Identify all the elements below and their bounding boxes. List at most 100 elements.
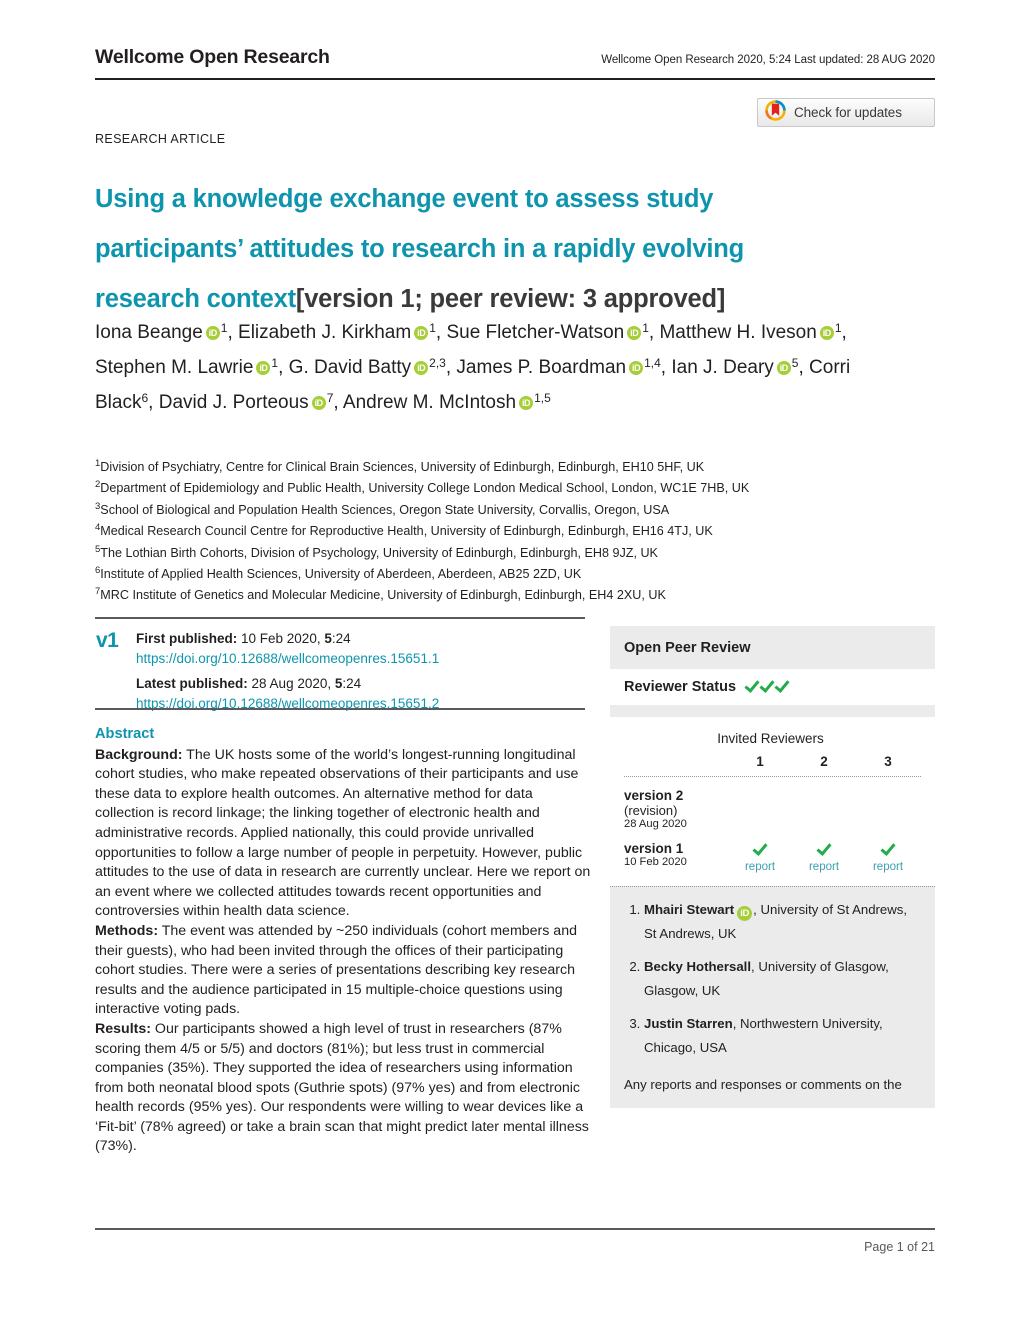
orcid-icon[interactable]: iD [205,326,220,340]
author-entry: Matthew H. Iveson iD 1, [659,321,847,343]
header-divider [95,78,935,80]
author-entry: Stephen M. Lawrie iD 1, [95,356,289,378]
affiliation-item: 3School of Biological and Population Hea… [95,498,915,519]
approved-check-icon [745,678,760,693]
author-name[interactable]: Andrew M. McIntosh [343,392,516,413]
version-tag: v1 [96,629,119,652]
affiliation-item: 5The Lothian Birth Cohorts, Division of … [95,541,915,562]
orcid-icon[interactable]: iD [627,326,642,340]
table-bottom-pad [624,873,921,886]
check-for-updates-button[interactable]: Check for updates [757,98,935,127]
report-link[interactable]: report [856,861,920,873]
orcid-icon[interactable]: iD [256,361,271,375]
affiliation-text: Division of Psychiatry, Centre for Clini… [100,460,705,474]
first-published-line: First published: 10 Feb 2020, 5:24 [136,629,586,649]
page-number: Page 1 of 21 [864,1240,935,1254]
author-name[interactable]: G. David Batty [289,357,412,378]
author-separator: , [278,357,289,378]
latest-published-date: 28 Aug 2020, [251,676,335,691]
first-published-article-number: :24 [331,631,351,646]
reviewer-cell [728,788,792,830]
approved-check-icon [817,841,832,856]
report-link[interactable]: report [792,861,856,873]
affiliation-item: 7MRC Institute of Genetics and Molecular… [95,583,915,604]
affiliation-text: MRC Institute of Genetics and Molecular … [100,588,666,603]
reviewer-name[interactable]: Becky Hothersall [644,959,751,974]
footer-divider [95,1228,935,1230]
version-name[interactable]: version 1 [624,841,728,856]
reviewer-status-label: Reviewer Status [624,679,737,695]
abstract-body: Background: The UK hosts some of the wor… [95,746,591,1157]
orcid-icon[interactable]: iD [519,396,534,410]
latest-published-article-number: :24 [342,676,362,691]
approved-check-icon [760,678,775,693]
reviewer-cell: report [856,841,920,873]
article-type-label: RESEARCH ARTICLE [95,132,226,146]
reviewer-list-item: Becky Hothersall, University of Glasgow,… [644,955,921,1003]
first-published-date: 10 Feb 2020, [241,631,325,646]
invited-reviewers-label: Invited Reviewers [717,731,824,746]
reviewer-cell [856,788,920,830]
author-name[interactable]: James P. Boardman [456,357,626,378]
orcid-icon[interactable]: iD [629,361,644,375]
publication-info: First published: 10 Feb 2020, 5:24 https… [136,629,586,713]
reviewer-list-item: Justin Starren, Northwestern University,… [644,1012,921,1060]
orcid-icon[interactable]: iD [737,906,753,921]
author-entry: James P. Boardman iD 1,4, [456,356,671,378]
author-affiliation-marker: 2,3 [429,356,446,370]
author-name[interactable]: Iona Beange [95,322,203,343]
publication-divider-top [95,617,585,619]
reviewer-status-ticks [745,678,790,696]
affiliation-text: Institute of Applied Health Sciences, Un… [100,567,582,582]
approved-check-icon [775,678,790,693]
running-head: Wellcome Open Research Wellcome Open Res… [95,46,935,69]
author-entry: David J. Porteous iD 7, [159,391,343,413]
article-title-version: [version 1; peer review: 3 approved] [295,285,726,314]
journal-citation-line: Wellcome Open Research 2020, 5:24 Last u… [601,54,935,66]
reviewer-status-table: Invited Reviewers 1 2 3 version 2 (revision… [610,717,935,886]
first-doi-link[interactable]: https://doi.org/10.12688/wellcomeopenres… [136,649,586,669]
reviewer-name[interactable]: Justin Starren [644,1016,733,1031]
reviewer-list: Mhairi StewartiD, University of St Andre… [610,887,935,1075]
author-separator: , [841,322,847,343]
first-published-volume: 5 [324,631,332,646]
open-peer-review-title: Open Peer Review [624,640,751,656]
first-published-label: First published: [136,631,238,646]
author-separator: , [445,357,457,378]
version-subtitle: (revision) [624,803,678,818]
reviewer-cell [792,788,856,830]
version-name[interactable]: version 2 [624,788,728,803]
open-peer-review-panel: Open Peer Review Reviewer Status Invited… [610,626,935,1108]
author-list: Iona Beange iD 1, Elizabeth J. Kirkham iD 1,… [95,313,895,418]
crossmark-icon [765,99,786,126]
abstract-section: Abstract Background: The UK hosts some o… [95,725,591,1157]
affiliation-item: 6Institute of Applied Health Sciences, U… [95,562,915,583]
reviewer-name[interactable]: Mhairi Stewart [644,902,734,917]
reviewer-column-number: 1 [756,754,764,769]
author-name[interactable]: David J. Porteous [159,392,309,413]
latest-doi-link[interactable]: https://doi.org/10.12688/wellcomeopenres… [136,694,586,714]
orcid-icon[interactable]: iD [414,361,429,375]
latest-published-label: Latest published: [136,676,248,691]
orcid-icon[interactable]: iD [414,326,429,340]
version-row: version 1 10 Feb 2020 report report report [624,830,921,873]
author-entry: Elizabeth J. Kirkham iD 1, [238,321,446,343]
affiliation-item: 2Department of Epidemiology and Public H… [95,476,915,497]
report-link[interactable]: report [728,861,792,873]
orcid-icon[interactable]: iD [311,396,326,410]
orcid-icon[interactable]: iD [819,326,834,340]
author-name[interactable]: Sue Fletcher-Watson [446,322,624,343]
abstract-heading: Abstract [95,726,155,742]
affiliation-text: School of Biological and Population Heal… [100,502,670,517]
author-name[interactable]: Stephen M. Lawrie [95,357,253,378]
abstract-paragraph: Methods: The event was attended by ~250 … [95,922,591,1020]
affiliation-text: The Lothian Birth Cohorts, Division of P… [100,545,658,560]
orcid-icon[interactable]: iD [776,361,791,375]
author-separator: , [333,392,343,413]
author-separator: , [648,322,660,343]
author-name[interactable]: Elizabeth J. Kirkham [238,322,411,343]
author-name[interactable]: Matthew H. Iveson [659,322,816,343]
author-name[interactable]: Ian J. Deary [671,357,773,378]
abstract-section-text: The UK hosts some of the world’s longest… [95,746,591,920]
page-title: Using a knowledge exchange event to asse… [95,174,855,324]
